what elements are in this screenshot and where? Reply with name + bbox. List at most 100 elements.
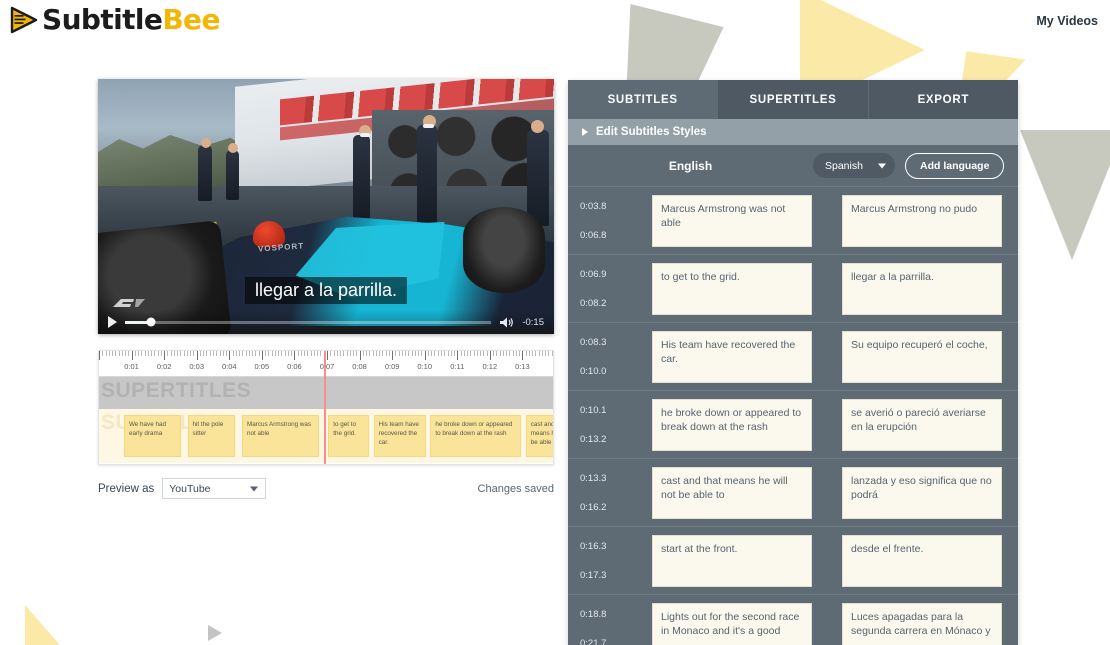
ruler-tick: [160, 351, 162, 356]
ruler-tick: [340, 351, 342, 356]
decor-triangle-gray-bottom: [208, 625, 222, 641]
target-language-select[interactable]: Spanish: [813, 153, 895, 178]
ruler-tick: [108, 351, 110, 356]
subtitle-source-text[interactable]: he broke down or appeared to break down …: [652, 398, 812, 451]
ruler-tick: [297, 351, 299, 356]
subtitle-row: 0:06.9 0:08.2 to get to the grid. llegar a …: [568, 255, 1018, 323]
subtitle-end-time[interactable]: 0:06.8: [580, 230, 652, 241]
ruler-tick: [375, 351, 377, 356]
logo[interactable]: SubtitleBee: [8, 3, 220, 36]
timeline-clip[interactable]: cast and that means he will not be able …: [525, 415, 553, 457]
edit-subtitles-styles-row[interactable]: Edit Subtitles Styles: [568, 119, 1018, 145]
timeline-clip[interactable]: His team have recovered the car.: [373, 415, 426, 457]
ruler-tick: [405, 351, 407, 356]
subtitle-end-time[interactable]: 0:08.2: [580, 298, 652, 309]
subtitle-end-time[interactable]: 0:21.7: [580, 638, 652, 645]
subtitle-target-text[interactable]: desde el frente.: [842, 534, 1002, 587]
ruler-tick: [421, 351, 423, 356]
timeline-playhead[interactable]: [323, 351, 326, 464]
ruler-tick: [519, 351, 521, 356]
subtitle-end-time[interactable]: 0:13.2: [580, 434, 652, 445]
ruler-tick: [147, 351, 149, 356]
subtitle-source-text[interactable]: start at the front.: [652, 534, 812, 587]
subtitle-source-text[interactable]: to get to the grid.: [652, 262, 812, 315]
subtitle-start-time[interactable]: 0:10.1: [580, 405, 652, 416]
timeline-clip[interactable]: hit the pole sitter: [187, 415, 236, 457]
subtitle-end-time[interactable]: 0:10.0: [580, 366, 652, 377]
subtitle-row: 0:08.3 0:10.0 His team have recovered the …: [568, 323, 1018, 391]
subtitle-target-text[interactable]: Su equipo recuperó el coche,: [842, 330, 1002, 383]
video-caption: llegar a la parrilla.: [244, 277, 408, 304]
timeline-clip[interactable]: Marcus Armstrong was not able: [242, 415, 320, 457]
subtitle-row: 0:10.1 0:13.2 he broke down or appeared to…: [568, 391, 1018, 459]
timeline[interactable]: 0:01 0:02 0:03 0:04 0:05 0:06 0:07 0:08 0:09 0:10…: [98, 350, 554, 465]
ruler-label: 0:06: [287, 362, 302, 371]
subtitle-target-text[interactable]: Marcus Armstrong no pudo: [842, 194, 1002, 247]
editor-panel: SUBTITLES SUPERTITLES EXPORT Edit Subtitle…: [568, 80, 1018, 645]
timeline-clip[interactable]: We have had early drama: [123, 415, 181, 457]
ruler-label: 0:12: [482, 362, 498, 371]
subtitle-source-text[interactable]: cast and that means he will not be able …: [652, 466, 812, 519]
timeline-clip[interactable]: he broke down or appeared to break down …: [430, 415, 522, 457]
subtitle-source-text[interactable]: Lights out for the second race in Monaco…: [652, 602, 812, 645]
subtitle-start-time[interactable]: 0:18.8: [580, 609, 652, 620]
volume-icon[interactable]: [499, 316, 514, 329]
subtitle-target-text[interactable]: Luces apagadas para la segunda carrera e…: [842, 602, 1002, 645]
ruler-label: 0:10: [417, 362, 433, 371]
decor-triangle-yellow-bottom: [25, 605, 67, 645]
subtitle-target-text[interactable]: lanzada y eso significa que no podrá: [842, 466, 1002, 519]
ruler-tick: [496, 351, 498, 356]
tab-subtitles[interactable]: SUBTITLES: [568, 80, 719, 119]
tab-export[interactable]: EXPORT: [868, 80, 1018, 119]
ruler-tick: [300, 351, 302, 356]
ruler-tick: [125, 351, 127, 356]
ruler-tick: [424, 351, 426, 360]
add-language-button[interactable]: Add language: [905, 152, 1005, 179]
save-status: Changes saved: [477, 482, 554, 495]
ruler-tick: [327, 351, 328, 360]
ruler-tick: [467, 351, 469, 356]
play-bee-icon: [8, 5, 38, 35]
subtitle-source-text[interactable]: Marcus Armstrong was not able: [652, 194, 812, 247]
ruler-tick: [493, 351, 495, 356]
ruler-tick: [395, 351, 397, 356]
video-player[interactable]: VOSPORT llegar a la parrilla. -0:15: [98, 79, 554, 334]
my-videos-link[interactable]: My Videos: [1036, 14, 1098, 28]
ruler-tick: [310, 351, 312, 356]
subtitle-start-time[interactable]: 0:13.3: [580, 473, 652, 484]
ruler-tick: [388, 351, 390, 356]
ruler-tick: [434, 351, 436, 356]
subtitle-target-text[interactable]: se averió o pareció averiarse en la erup…: [842, 398, 1002, 451]
ruler-tick: [219, 351, 221, 356]
ruler-tick: [167, 351, 169, 356]
video-progress-bar[interactable]: [125, 317, 492, 327]
subtitle-end-time[interactable]: 0:17.3: [580, 570, 652, 581]
subtitle-start-time[interactable]: 0:06.9: [580, 269, 652, 280]
chevron-down-icon: [250, 486, 259, 491]
subtitle-start-time[interactable]: 0:16.3: [580, 541, 652, 552]
ruler-tick: [353, 351, 355, 356]
supertitles-watermark: SUPERTITLES: [101, 379, 252, 402]
preview-as-select[interactable]: YouTube: [162, 478, 267, 499]
subtitle-timecodes: 0:03.8 0:06.8: [580, 201, 652, 241]
subtitle-source-text[interactable]: His team have recovered the car.: [652, 330, 812, 383]
timeline-subtitles-track[interactable]: SUBTITLES We have had early dramahit the…: [99, 409, 553, 463]
ruler-tick: [245, 351, 247, 356]
play-icon[interactable]: [108, 316, 117, 328]
ruler-tick: [502, 351, 504, 356]
tab-supertitles[interactable]: SUPERTITLES: [718, 80, 869, 119]
ruler-tick: [538, 351, 540, 356]
ruler-tick: [281, 351, 283, 356]
subtitle-start-time[interactable]: 0:03.8: [580, 201, 652, 212]
subtitle-start-time[interactable]: 0:08.3: [580, 337, 652, 348]
ruler-tick: [287, 351, 289, 356]
ruler-tick: [265, 351, 267, 356]
chevron-down-icon: [878, 163, 886, 168]
timeline-clip[interactable]: to get to the grid.: [328, 415, 370, 457]
subtitle-end-time[interactable]: 0:16.2: [580, 502, 652, 513]
subtitle-timecodes: 0:10.1 0:13.2: [580, 405, 652, 445]
subtitle-row: 0:18.8 0:21.7 Lights out for the second ra…: [568, 595, 1018, 645]
timeline-supertitles-track[interactable]: SUPERTITLES: [99, 377, 553, 409]
subtitle-target-text[interactable]: llegar a la parrilla.: [842, 262, 1002, 315]
timeline-ruler[interactable]: 0:01 0:02 0:03 0:04 0:05 0:06 0:07 0:08 0:09 0:10…: [99, 351, 553, 377]
